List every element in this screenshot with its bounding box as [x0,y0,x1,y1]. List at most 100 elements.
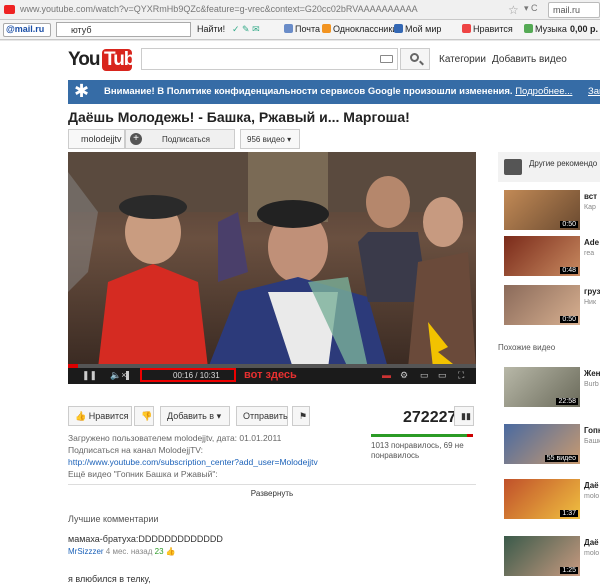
video-channel: Кар [584,204,596,211]
comment-like-icon[interactable]: 👍 [166,547,176,556]
video-duration: 55 видео [544,455,578,462]
annotation-arrow-box [140,368,236,382]
add-to-button[interactable]: Добавить в ▾ [160,406,230,426]
video-thumbnail[interactable]: 55 видео [504,424,580,464]
find-button[interactable]: Найти! [197,24,225,34]
toolbar-odnoklassniki[interactable]: Одноклассники [322,24,397,34]
toolbar-tools-icon[interactable]: ✓ ✎ ✉ [232,24,260,35]
url-field[interactable]: www.youtube.com/watch?v=QYXRmHb9QZc&feat… [20,4,500,17]
keyboard-icon[interactable] [380,55,393,63]
similar-videos-heading: Похожие видео [498,343,556,352]
video-title-link[interactable]: Даё [584,481,600,490]
toolbar-balance: 0,00 р. [570,24,599,34]
subscription-link[interactable]: http://www.youtube.com/subscription_cent… [68,457,318,467]
mail-icon [284,24,293,33]
notice-close-link[interactable]: Закрыть [588,86,600,97]
video-frame [68,152,476,368]
music-icon [524,24,533,33]
video-thumbnail[interactable]: 1:37 [504,479,580,519]
video-thumbnail[interactable]: 0:48 [504,236,580,276]
video-title-link[interactable]: груз [584,287,600,296]
privacy-notice: ✱ Внимание! В Политике конфиденциальност… [68,80,600,104]
search-button[interactable] [400,48,430,70]
annotations-icon[interactable]: ▬ [382,370,391,380]
like-ratio-fill [371,434,467,437]
heart-icon [462,24,471,33]
video-title-link[interactable]: вст [584,192,600,201]
toolbar-mail[interactable]: Почта [284,24,320,34]
search-icon [410,53,419,62]
thumbs-down-icon: 👎 [141,411,153,421]
like-ratio-bar [371,434,473,437]
view-count: 272227 [403,409,457,426]
video-title-link[interactable]: Жен [584,369,600,378]
comment-text: я влюбился в телку, [68,574,151,584]
flag-icon: ⚑ [299,411,308,421]
flag-button[interactable]: ⚑ [292,406,310,426]
notice-text: Внимание! В Политике конфиденциальности … [104,86,513,97]
volume-mute-icon[interactable]: 🔈× [110,370,126,381]
video-player[interactable]: ❚❚ 🔈× 00:16 / 10:31 вот здесь ▬ ⚙ ▭ ▭ ⛶ [68,152,476,384]
video-thumbnail[interactable]: 0:50 [504,285,580,325]
play-pause-icon[interactable]: ❚❚ [82,370,97,381]
annotation-text: вот здесь [244,369,297,381]
video-description: Загружено пользователем molodejjtv, дата… [68,433,358,481]
channel-name[interactable]: molodejjtv [68,129,125,149]
share-button[interactable]: Отправить [236,406,288,426]
mailru-logo[interactable]: @mail.ru [3,23,51,37]
video-duration: 22:58 [556,398,578,405]
toolbar-my-world[interactable]: Мой мир [394,24,441,34]
video-channel: Башк [584,438,600,445]
video-channel: rea [584,250,595,257]
categories-link[interactable]: Категории [439,54,486,65]
star-icon[interactable]: ☆ [508,3,520,17]
fullscreen-icon[interactable]: ⛶ [458,370,464,381]
toolbar-music[interactable]: Музыка [524,24,567,34]
video-channel: molo [584,550,600,557]
comment-author-link[interactable]: MrSizzzer [68,547,104,556]
video-title-link[interactable]: Ade [584,238,600,247]
notice-more-link[interactable]: Подробнее... [515,86,572,97]
my-world-icon [394,24,403,33]
subscribe-button[interactable]: + Подписаться [125,129,235,149]
youtube-search-input[interactable] [141,48,398,70]
comment-votes: 23 [154,547,164,556]
mailru-toolbar: @mail.ru ютуб Найти! ✓ ✎ ✉ Почта Однокла… [0,20,600,40]
dropdown-icon[interactable]: ▾ C [524,3,538,14]
add-video-link[interactable]: Добавить видео [492,54,567,65]
upload-info: Загружено пользователем molodejjtv, дата… [68,433,282,443]
comment-time: 4 мес. назад [105,547,153,556]
comment-meta: MrSizzzer 4 мес. назад 23 👍 [68,547,176,556]
related-videos-sidebar: Другие рекомендо 0:50 вст Кар 0:48 Ade rea 0:5… [498,152,600,585]
video-thumbnail[interactable]: 22:58 [504,367,580,407]
youtube-logo[interactable]: You Tube [68,49,145,73]
comment-text: мамаха-братуха:DDDDDDDDDDDDD [68,534,223,544]
large-player-icon[interactable]: ▭ [438,370,447,381]
browser-search-input[interactable]: mail.ru [548,2,600,18]
video-thumbnail[interactable]: 1:25 [504,536,580,576]
volume-slider[interactable] [126,371,129,380]
video-title-link[interactable]: Гопн [584,426,600,435]
video-duration: 0:50 [560,221,578,228]
video-duration: 0:50 [560,316,578,323]
toolbar-search-input[interactable]: ютуб [56,22,191,37]
address-bar: www.youtube.com/watch?v=QYXRmHb9QZc&feat… [0,0,600,20]
settings-icon[interactable]: ⚙ [400,370,408,381]
video-channel: Ник [584,299,597,306]
like-button[interactable]: 👍 Нравится [68,406,132,426]
expand-description-button[interactable]: Развернуть [68,484,476,498]
video-count-button[interactable]: 956 видео ▾ [240,129,300,149]
asterisk-icon: ✱ [74,81,90,101]
small-player-icon[interactable]: ▭ [420,370,429,381]
dislike-button[interactable]: 👎 [134,406,154,426]
video-title-link[interactable]: Даё [584,538,600,547]
toolbar-like[interactable]: Нравится [462,24,513,34]
recommended-header: Другие рекомендо [498,152,600,182]
recommended-icon [504,159,522,175]
video-channel: molo [584,493,600,500]
youtube-favicon-icon [4,5,15,14]
video-thumbnail[interactable]: 0:50 [504,190,580,230]
bar-chart-icon: ▮▮ [461,411,471,421]
video-duration: 1:25 [560,567,578,574]
stats-button[interactable]: ▮▮ [454,406,474,426]
